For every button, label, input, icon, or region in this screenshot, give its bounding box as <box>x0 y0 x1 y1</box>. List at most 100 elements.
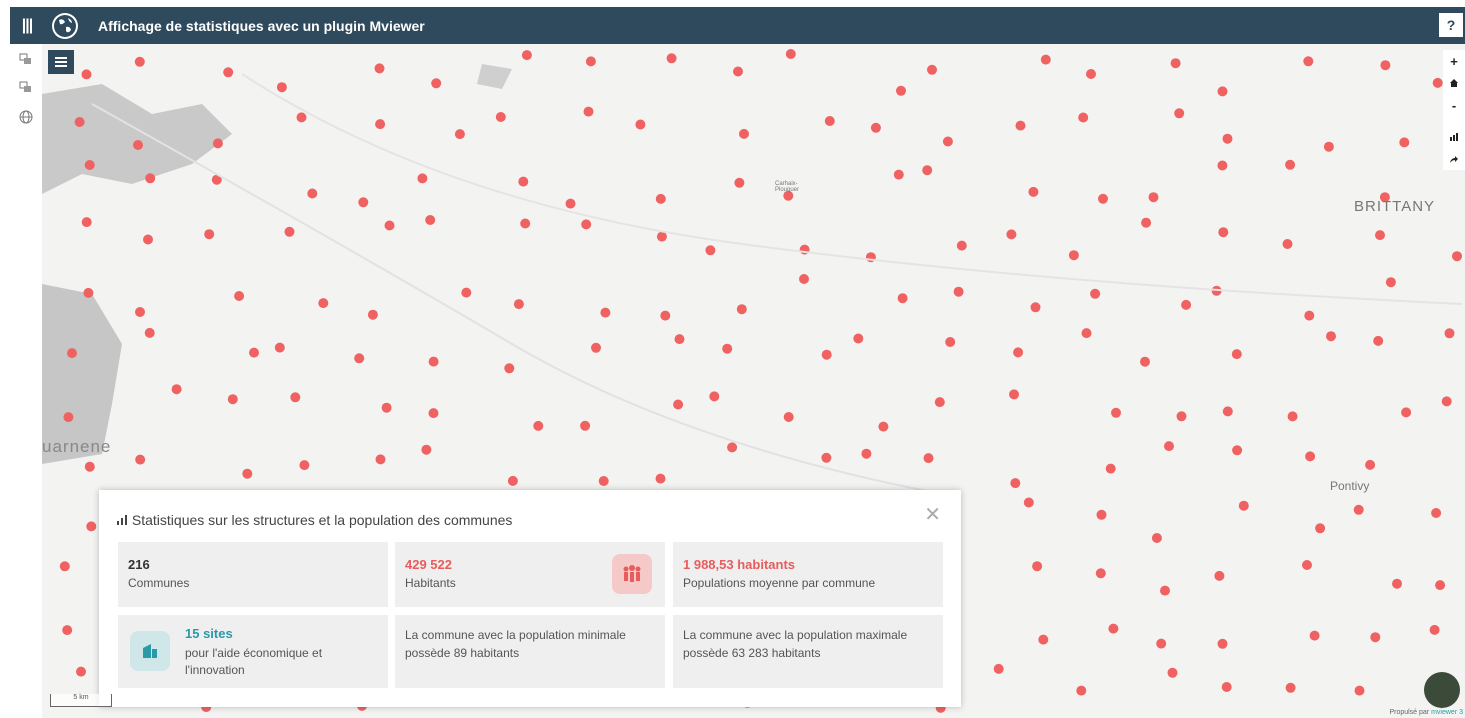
menu-icon[interactable]: ||| <box>12 17 42 35</box>
commune-point[interactable] <box>1218 227 1229 238</box>
commune-point[interactable] <box>1164 441 1174 452</box>
commune-point[interactable] <box>1217 86 1228 97</box>
commune-point[interactable] <box>1432 77 1443 88</box>
commune-point[interactable] <box>1009 389 1019 400</box>
commune-point[interactable] <box>674 334 685 345</box>
commune-point[interactable] <box>135 307 145 317</box>
commune-point[interactable] <box>1176 411 1187 422</box>
commune-point[interactable] <box>428 408 439 419</box>
layers-icon[interactable] <box>18 52 34 68</box>
commune-point[interactable] <box>83 287 94 298</box>
commune-point[interactable] <box>1305 451 1316 462</box>
commune-point[interactable] <box>76 666 86 677</box>
commune-point[interactable] <box>1090 288 1101 299</box>
commune-point[interactable] <box>1452 251 1462 262</box>
commune-point[interactable] <box>274 342 285 353</box>
commune-point[interactable] <box>74 117 85 127</box>
commune-point[interactable] <box>1309 630 1320 641</box>
commune-point[interactable] <box>1232 445 1243 456</box>
commune-point[interactable] <box>734 177 745 188</box>
commune-point[interactable] <box>993 663 1004 674</box>
commune-point[interactable] <box>431 78 442 89</box>
commune-point[interactable] <box>84 461 95 472</box>
commune-point[interactable] <box>1032 561 1043 572</box>
commune-point[interactable] <box>145 173 156 184</box>
close-icon[interactable]: ✕ <box>924 502 941 527</box>
commune-point[interactable] <box>1385 277 1396 288</box>
share-icon[interactable] <box>1443 148 1465 170</box>
commune-point[interactable] <box>739 128 749 139</box>
commune-point[interactable] <box>1401 407 1412 418</box>
commune-point[interactable] <box>1304 310 1315 321</box>
zoom-out-button[interactable]: - <box>1443 94 1465 116</box>
commune-point[interactable] <box>1217 160 1228 171</box>
commune-point[interactable] <box>1435 580 1446 591</box>
commune-point[interactable] <box>461 287 472 298</box>
commune-point[interactable] <box>927 64 937 75</box>
commune-point[interactable] <box>1315 523 1326 534</box>
commune-point[interactable] <box>1222 133 1233 144</box>
commune-point[interactable] <box>249 347 259 358</box>
commune-point[interactable] <box>384 220 395 231</box>
commune-point[interactable] <box>81 69 92 80</box>
commune-point[interactable] <box>1160 585 1170 596</box>
commune-point[interactable] <box>1141 217 1152 228</box>
commune-point[interactable] <box>656 231 667 242</box>
commune-point[interactable] <box>655 473 666 484</box>
commune-point[interactable] <box>171 384 182 395</box>
commune-point[interactable] <box>727 442 738 453</box>
commune-point[interactable] <box>1354 685 1365 696</box>
commune-point[interactable] <box>1105 463 1116 474</box>
commune-point[interactable] <box>1023 497 1034 508</box>
commune-point[interactable] <box>1015 120 1026 131</box>
commune-point[interactable] <box>1221 682 1232 692</box>
commune-point[interactable] <box>67 348 77 359</box>
commune-point[interactable] <box>133 140 143 150</box>
commune-point[interactable] <box>454 129 465 140</box>
commune-point[interactable] <box>1040 54 1051 65</box>
chart-icon[interactable] <box>1443 126 1465 148</box>
commune-point[interactable] <box>417 173 428 184</box>
commune-point[interactable] <box>1151 533 1162 543</box>
commune-point[interactable] <box>1353 504 1364 515</box>
commune-point[interactable] <box>583 106 594 117</box>
commune-point[interactable] <box>307 188 318 199</box>
commune-point[interactable] <box>495 112 506 122</box>
commune-point[interactable] <box>134 56 145 67</box>
commune-point[interactable] <box>1174 108 1185 119</box>
commune-point[interactable] <box>276 82 287 93</box>
commune-point[interactable] <box>1431 508 1442 518</box>
commune-point[interactable] <box>934 397 945 408</box>
commune-point[interactable] <box>1156 638 1167 649</box>
commune-point[interactable] <box>878 421 889 432</box>
commune-point[interactable] <box>1231 349 1242 360</box>
commune-point[interactable] <box>1108 623 1119 634</box>
commune-point[interactable] <box>81 217 92 228</box>
commune-point[interactable] <box>521 50 532 61</box>
commune-point[interactable] <box>923 453 934 464</box>
commune-point[interactable] <box>227 394 238 405</box>
layers-icon[interactable] <box>18 80 34 96</box>
globe-icon[interactable] <box>18 110 34 126</box>
commune-point[interactable] <box>870 122 881 133</box>
commune-point[interactable] <box>1392 578 1402 589</box>
commune-point[interactable] <box>513 299 524 310</box>
commune-point[interactable] <box>1030 302 1041 313</box>
basemap-thumbnail[interactable] <box>1424 672 1460 708</box>
commune-point[interactable] <box>1098 193 1108 204</box>
commune-point[interactable] <box>666 53 677 64</box>
commune-point[interactable] <box>86 521 97 532</box>
commune-point[interactable] <box>1441 396 1452 407</box>
commune-point[interactable] <box>1373 335 1384 346</box>
commune-point[interactable] <box>581 219 592 230</box>
help-button[interactable]: ? <box>1439 13 1463 37</box>
commune-point[interactable] <box>1081 328 1092 339</box>
commune-point[interactable] <box>673 399 684 410</box>
commune-point[interactable] <box>1375 230 1385 241</box>
commune-point[interactable] <box>1111 407 1121 418</box>
commune-point[interactable] <box>375 119 386 130</box>
commune-point[interactable] <box>1028 186 1039 197</box>
commune-point[interactable] <box>591 342 601 353</box>
commune-point[interactable] <box>143 234 153 245</box>
globe-icon[interactable] <box>52 12 78 39</box>
